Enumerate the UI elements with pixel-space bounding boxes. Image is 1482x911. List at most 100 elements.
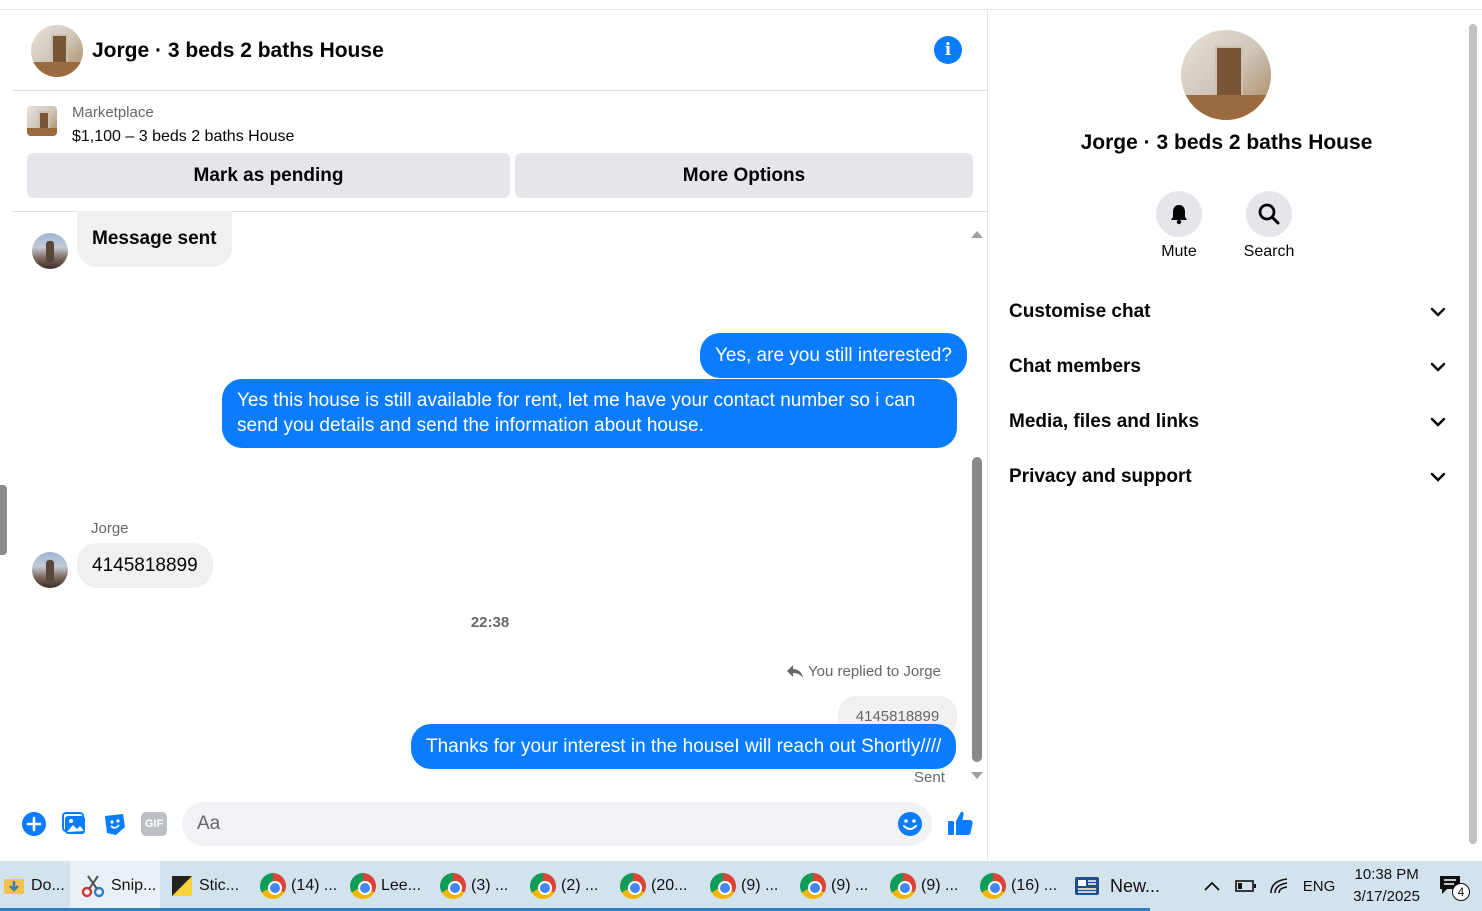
taskbar-label: (9) ... <box>741 877 779 894</box>
section-label: Media, files and links <box>1009 411 1200 432</box>
search-icon <box>1258 203 1280 225</box>
marketplace-label: Marketplace <box>72 104 154 121</box>
taskbar-item-snipping[interactable]: Snip... <box>70 861 160 911</box>
taskbar-item-sticky-notes[interactable]: Stic... <box>160 861 250 911</box>
taskbar-item-chrome[interactable]: (3) ... <box>430 861 520 911</box>
chrome-icon <box>260 873 286 899</box>
message-input[interactable]: Aa <box>182 802 932 846</box>
message-line: Yes this house is still available for re… <box>237 390 916 411</box>
message-scrollbar-thumb[interactable] <box>972 457 982 762</box>
scroll-down-arrow[interactable] <box>971 772 983 779</box>
chat-title[interactable]: Jorge · 3 beds 2 baths House <box>92 39 384 63</box>
scroll-up-arrow[interactable] <box>971 231 983 238</box>
plus-icon[interactable] <box>21 811 47 837</box>
taskbar-label: (9) ... <box>831 877 869 894</box>
photo-icon[interactable] <box>62 811 88 837</box>
top-edge <box>0 0 1482 10</box>
listing-avatar[interactable] <box>31 25 83 77</box>
composer: GIF Aa <box>12 797 988 853</box>
message-timestamp: 22:38 <box>470 614 510 631</box>
panel-title: Jorge · 3 beds 2 baths House <box>1080 131 1373 154</box>
taskbar-label: (14) ... <box>291 877 338 894</box>
section-privacy-support[interactable]: Privacy and support <box>1009 457 1449 497</box>
section-customise-chat[interactable]: Customise chat <box>1009 292 1449 332</box>
bell-icon <box>1171 205 1187 225</box>
listing-avatar-large[interactable] <box>1181 30 1271 120</box>
messenger-window: Jorge · 3 beds 2 baths House i Marketpla… <box>0 0 1482 911</box>
search-label: Search <box>1243 243 1295 260</box>
taskbar-item-chrome[interactable]: (9) ... <box>790 861 880 911</box>
clock-time: 10:38 PM <box>1354 866 1419 883</box>
mute-button[interactable] <box>1156 191 1202 237</box>
news-icon <box>1075 877 1099 895</box>
language-indicator[interactable]: ENG <box>1303 878 1336 895</box>
taskbar-label: (2) ... <box>561 877 599 894</box>
like-icon[interactable] <box>946 809 974 837</box>
chrome-icon <box>530 873 556 899</box>
reply-icon <box>787 664 803 678</box>
avatar[interactable] <box>32 233 68 269</box>
taskbar-label: (20... <box>651 877 688 894</box>
section-label: Chat members <box>1009 356 1141 377</box>
reply-indicator-text: You replied to Jorge <box>808 663 941 680</box>
chrome-icon <box>800 873 826 899</box>
section-chat-members[interactable]: Chat members <box>1009 347 1449 387</box>
window-scrollbar-thumb[interactable] <box>1469 24 1477 844</box>
info-icon[interactable]: i <box>934 36 962 64</box>
message-bubble-incoming: 4145818899 <box>77 543 213 588</box>
taskbar-label: Snip... <box>111 877 157 894</box>
chevron-down-icon <box>1427 411 1449 433</box>
message-status: Sent <box>914 769 945 786</box>
message-list: Message sent Yes, are you still interest… <box>12 211 988 793</box>
chat-info-panel: Jorge · 3 beds 2 baths House Mute Search… <box>989 10 1464 860</box>
notification-center[interactable]: 4 <box>1438 871 1472 901</box>
taskbar-label: New... <box>1110 875 1161 896</box>
taskbar-item-news[interactable]: New... <box>1060 861 1170 911</box>
emoji-icon[interactable] <box>897 811 923 837</box>
taskbar-item-chrome[interactable]: (16) ... <box>970 861 1060 911</box>
mute-label: Mute <box>1161 243 1197 260</box>
sticker-icon[interactable] <box>102 811 128 837</box>
wifi-icon[interactable] <box>1269 877 1289 895</box>
marketplace-banner: Marketplace $1,100 – 3 beds 2 baths Hous… <box>12 91 988 212</box>
taskbar-item-chrome[interactable]: (9) ... <box>880 861 970 911</box>
gif-icon[interactable]: GIF <box>141 812 167 836</box>
taskbar-label: (9) ... <box>921 877 959 894</box>
chrome-icon <box>980 873 1006 899</box>
page-scrollbar-thumb[interactable] <box>0 485 7 555</box>
avatar[interactable] <box>32 552 68 588</box>
sticky-note-icon <box>172 876 192 896</box>
sender-name: Jorge <box>91 520 129 537</box>
search-button[interactable] <box>1246 191 1292 237</box>
listing-summary[interactable]: $1,100 – 3 beds 2 baths House <box>72 128 294 146</box>
taskbar-label: (16) ... <box>1011 877 1058 894</box>
taskbar-item-chrome[interactable]: (2) ... <box>520 861 610 911</box>
taskbar-item-chrome[interactable]: (9) ... <box>700 861 790 911</box>
message-bubble-incoming: Message sent <box>77 211 232 267</box>
chevron-down-icon <box>1427 301 1449 323</box>
section-media-files-links[interactable]: Media, files and links <box>1009 402 1449 442</box>
window-scrollbar[interactable] <box>1466 10 1482 860</box>
message-bubble-outgoing: Yes, are you still interested? <box>700 333 967 378</box>
taskbar-item-chrome[interactable]: (20... <box>610 861 700 911</box>
chrome-icon <box>620 873 646 899</box>
chrome-icon <box>890 873 916 899</box>
chevron-up-icon[interactable] <box>1203 880 1221 892</box>
clock[interactable]: 10:38 PM 3/17/2025 <box>1353 864 1420 908</box>
taskbar-label: Lee... <box>381 877 422 894</box>
taskbar-item-downloads[interactable]: Do... <box>0 861 90 911</box>
message-input-placeholder: Aa <box>197 813 221 834</box>
notification-count: 4 <box>1452 883 1470 901</box>
battery-icon[interactable] <box>1234 879 1257 893</box>
listing-thumbnail[interactable] <box>27 106 57 136</box>
taskbar-item-chrome[interactable]: (14) ... <box>250 861 340 911</box>
chrome-icon <box>440 873 466 899</box>
taskbar-item-chrome[interactable]: Lee... <box>340 861 430 911</box>
message-bubble-outgoing: Yes this house is still available for re… <box>222 379 957 448</box>
taskbar-label: Stic... <box>199 877 240 894</box>
chrome-icon <box>710 873 736 899</box>
more-options-button[interactable]: More Options <box>515 153 973 198</box>
chat-pane: Jorge · 3 beds 2 baths House i Marketpla… <box>12 10 988 860</box>
mark-as-pending-button[interactable]: Mark as pending <box>27 153 510 198</box>
chevron-down-icon <box>1427 466 1449 488</box>
